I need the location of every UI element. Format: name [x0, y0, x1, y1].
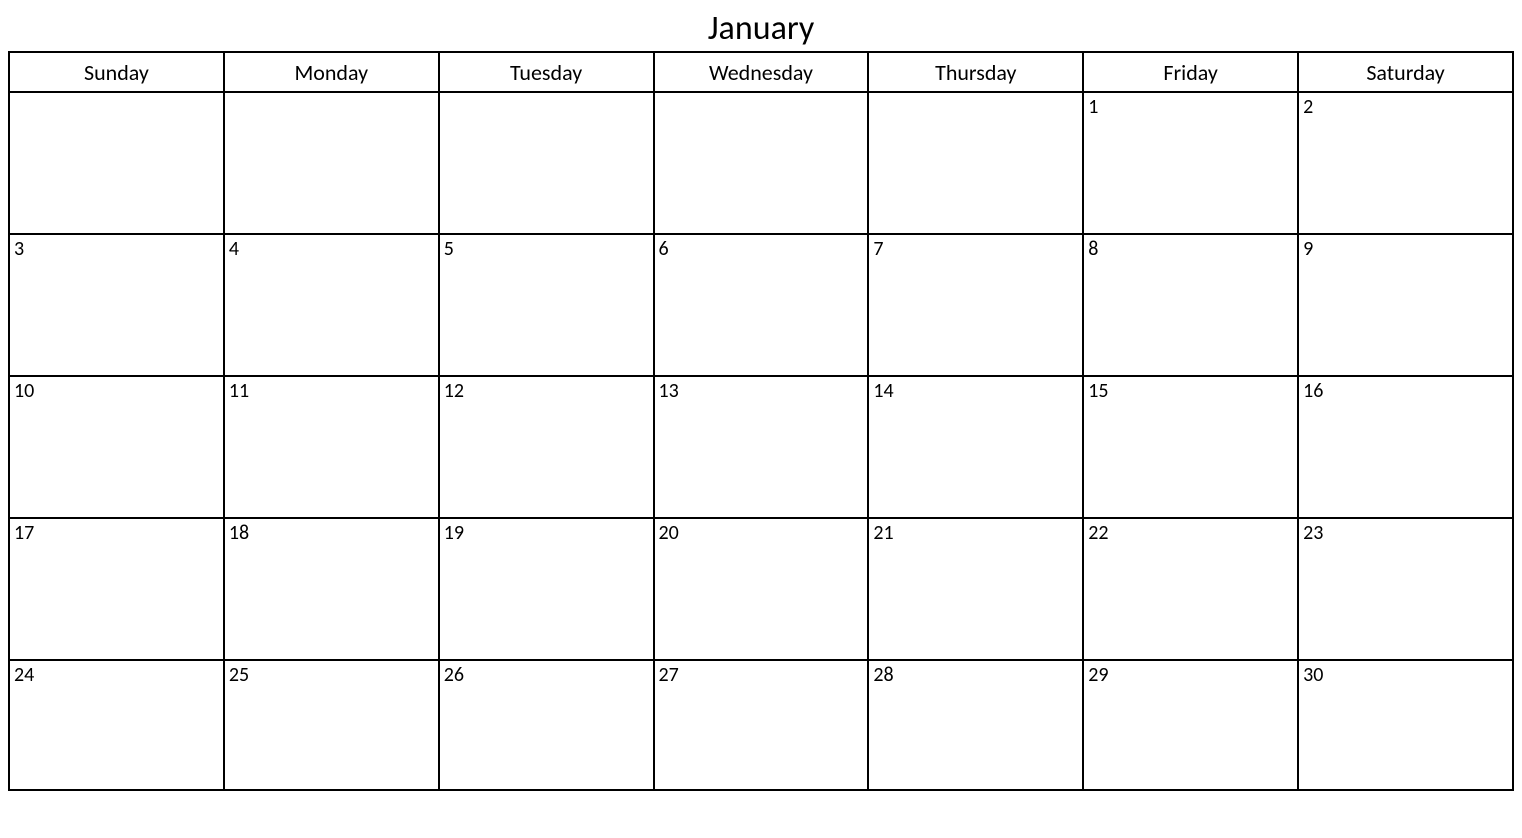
day-header-friday: Friday	[1083, 52, 1298, 92]
day-header-wednesday: Wednesday	[654, 52, 869, 92]
week-row: 17 18 19 20 21 22 23	[9, 518, 1513, 660]
day-cell[interactable]	[224, 92, 439, 234]
day-cell[interactable]: 6	[654, 234, 869, 376]
day-cell[interactable]: 1	[1083, 92, 1298, 234]
day-cell[interactable]: 12	[439, 376, 654, 518]
day-cell[interactable]: 26	[439, 660, 654, 790]
day-cell[interactable]	[439, 92, 654, 234]
month-title: January	[8, 8, 1514, 49]
day-cell[interactable]	[654, 92, 869, 234]
day-cell[interactable]: 8	[1083, 234, 1298, 376]
week-row: 1 2	[9, 92, 1513, 234]
calendar-container: January Sunday Monday Tuesday Wednesday …	[8, 8, 1514, 791]
day-cell[interactable]: 4	[224, 234, 439, 376]
day-cell[interactable]: 25	[224, 660, 439, 790]
day-header-monday: Monday	[224, 52, 439, 92]
day-cell[interactable]: 22	[1083, 518, 1298, 660]
week-row: 24 25 26 27 28 29 30	[9, 660, 1513, 790]
week-row: 10 11 12 13 14 15 16	[9, 376, 1513, 518]
day-header-tuesday: Tuesday	[439, 52, 654, 92]
day-cell[interactable]: 20	[654, 518, 869, 660]
week-row: 3 4 5 6 7 8 9	[9, 234, 1513, 376]
day-cell[interactable]	[868, 92, 1083, 234]
day-cell[interactable]: 27	[654, 660, 869, 790]
day-cell[interactable]: 14	[868, 376, 1083, 518]
day-header-thursday: Thursday	[868, 52, 1083, 92]
day-cell[interactable]: 16	[1298, 376, 1513, 518]
day-cell[interactable]	[9, 92, 224, 234]
day-cell[interactable]: 28	[868, 660, 1083, 790]
day-cell[interactable]: 18	[224, 518, 439, 660]
day-cell[interactable]: 13	[654, 376, 869, 518]
day-cell[interactable]: 10	[9, 376, 224, 518]
day-cell[interactable]: 9	[1298, 234, 1513, 376]
day-cell[interactable]: 7	[868, 234, 1083, 376]
day-header-row: Sunday Monday Tuesday Wednesday Thursday…	[9, 52, 1513, 92]
day-cell[interactable]: 2	[1298, 92, 1513, 234]
day-cell[interactable]: 5	[439, 234, 654, 376]
day-cell[interactable]: 3	[9, 234, 224, 376]
day-cell[interactable]: 21	[868, 518, 1083, 660]
calendar-table: Sunday Monday Tuesday Wednesday Thursday…	[8, 51, 1514, 791]
day-cell[interactable]: 15	[1083, 376, 1298, 518]
day-cell[interactable]: 29	[1083, 660, 1298, 790]
day-cell[interactable]: 11	[224, 376, 439, 518]
day-cell[interactable]: 30	[1298, 660, 1513, 790]
day-header-saturday: Saturday	[1298, 52, 1513, 92]
day-cell[interactable]: 17	[9, 518, 224, 660]
day-cell[interactable]: 24	[9, 660, 224, 790]
day-header-sunday: Sunday	[9, 52, 224, 92]
day-cell[interactable]: 23	[1298, 518, 1513, 660]
day-cell[interactable]: 19	[439, 518, 654, 660]
